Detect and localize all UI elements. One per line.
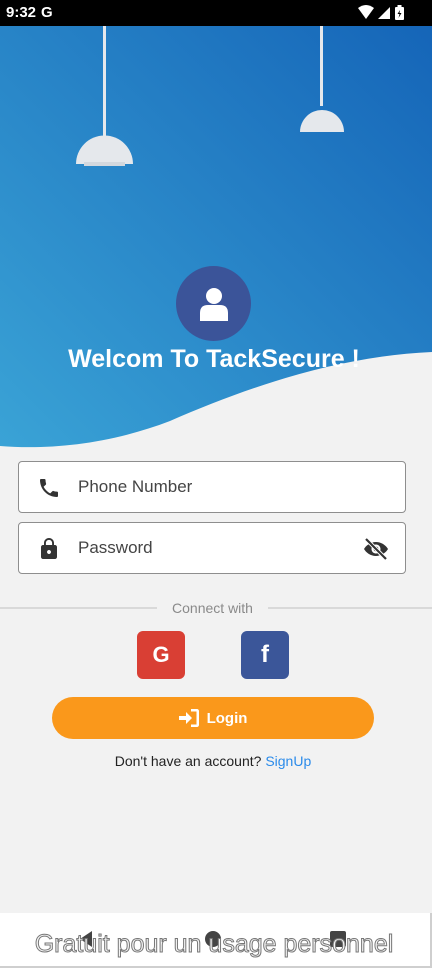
- back-icon[interactable]: [77, 930, 95, 948]
- user-icon: [199, 287, 228, 321]
- phone-input[interactable]: [78, 462, 358, 512]
- signal-icon: [378, 7, 390, 19]
- status-time: 9:32: [6, 4, 37, 21]
- phone-icon: [40, 479, 58, 497]
- home-icon[interactable]: [205, 931, 221, 947]
- battery-icon: [395, 5, 404, 20]
- lock-icon: [41, 538, 57, 559]
- login-icon: [178, 709, 199, 727]
- divider-left: [0, 607, 157, 609]
- login-button[interactable]: Login: [52, 697, 374, 739]
- signup-prompt: Don't have an account?: [114, 753, 262, 769]
- signup-link[interactable]: SignUp: [265, 753, 311, 769]
- status-icons: [358, 5, 404, 20]
- wifi-icon: [358, 5, 374, 19]
- login-screen: 9:32 G Welcom To TackSecure ! Phone Numb…: [0, 0, 432, 968]
- google-indicator: G: [41, 4, 53, 21]
- connect-with-label: Connect with: [172, 600, 253, 616]
- header-banner: [0, 26, 432, 456]
- eye-off-icon[interactable]: [363, 537, 389, 561]
- avatar: [176, 266, 251, 341]
- divider-right: [268, 607, 432, 609]
- password-field[interactable]: [18, 522, 406, 574]
- google-login-button[interactable]: G: [137, 631, 185, 679]
- google-icon: G: [152, 642, 170, 667]
- status-bar: 9:32 G: [0, 0, 432, 26]
- signup-row: Don't have an account? SignUp: [0, 753, 426, 769]
- password-input[interactable]: [78, 523, 358, 573]
- page-title: Welcom To TackSecure !: [68, 345, 360, 373]
- facebook-login-button[interactable]: f: [241, 631, 289, 679]
- facebook-icon: f: [261, 641, 269, 668]
- navigation-bar: [0, 913, 432, 968]
- phone-field[interactable]: [18, 461, 406, 513]
- recents-icon[interactable]: [330, 931, 346, 947]
- login-label: Login: [206, 709, 248, 727]
